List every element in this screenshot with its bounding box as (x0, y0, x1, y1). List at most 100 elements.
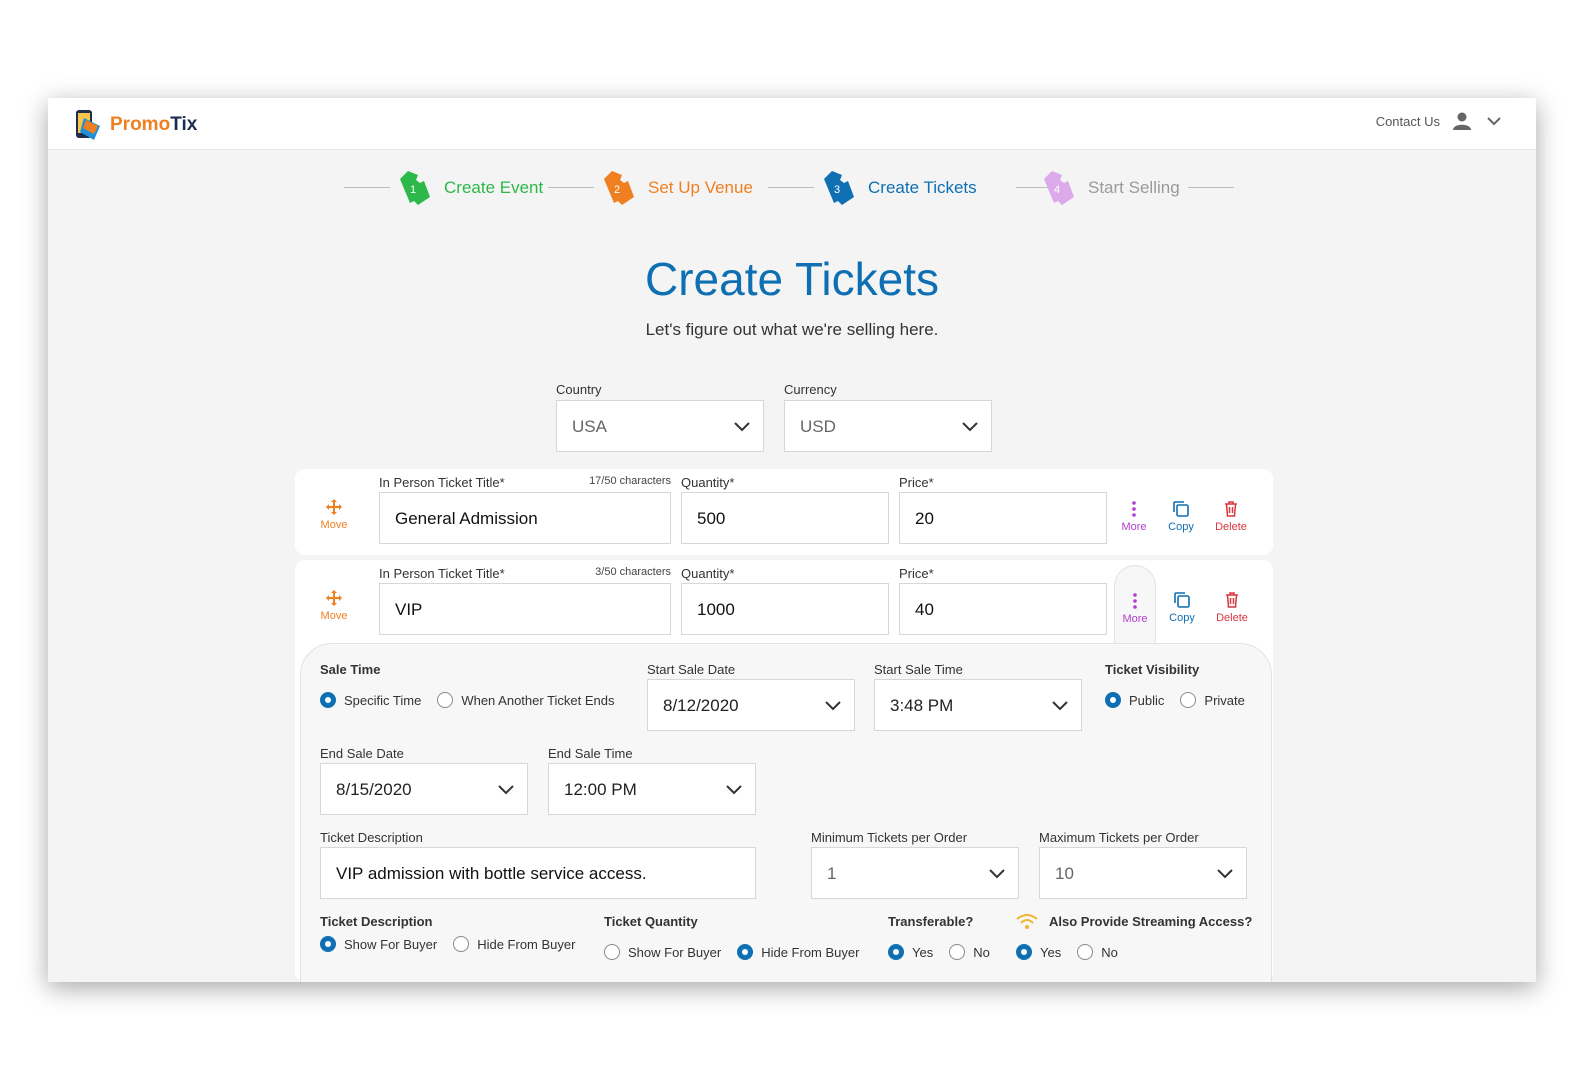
move-handle[interactable]: Move (314, 498, 354, 531)
copy-button[interactable]: Copy (1160, 591, 1204, 624)
sale-time-option-specific[interactable]: Specific Time (320, 692, 421, 708)
app-window: PromoTix Contact Us 1 Create Event 2 Set… (48, 98, 1536, 982)
ticket-description-input[interactable]: VIP admission with bottle service access… (320, 847, 756, 899)
move-label: Move (320, 610, 348, 622)
currency-select[interactable]: USD (784, 400, 992, 452)
step-label: Set Up Venue (648, 178, 753, 197)
user-icon[interactable] (1452, 111, 1472, 131)
move-label: Move (320, 519, 348, 531)
ticket-phone-logo-icon (76, 110, 100, 140)
radio-unselected[interactable] (1180, 692, 1197, 708)
radio-selected[interactable] (320, 936, 336, 952)
end-sale-time-label: End Sale Time (548, 746, 633, 761)
delete-label: Delete (1215, 521, 1247, 533)
step-number: 2 (614, 184, 620, 196)
transferable-option-yes[interactable]: Yes (888, 944, 933, 960)
option-label: Hide From Buyer (477, 936, 576, 952)
radio-selected[interactable] (1105, 692, 1121, 708)
option-label: Public (1129, 692, 1165, 708)
price-value: 20 (915, 509, 934, 528)
chevron-down-icon (734, 422, 750, 432)
ticket-step-3-icon: 3 (824, 171, 854, 205)
chevron-down-icon (962, 422, 978, 432)
streaming-option-yes[interactable]: Yes (1016, 944, 1061, 960)
radio-selected[interactable] (320, 692, 336, 708)
price-input[interactable]: 40 (899, 583, 1107, 635)
chevron-down-icon (825, 701, 841, 711)
promotix-logo[interactable]: PromoTix (72, 108, 197, 142)
delete-button[interactable]: Delete (1209, 500, 1253, 533)
progress-stepper: 1 Create Event 2 Set Up Venue 3 Create T… (48, 168, 1536, 208)
step-connector (548, 187, 594, 188)
move-arrows-icon (326, 590, 342, 606)
quantity-value: 1000 (697, 600, 735, 619)
price-input[interactable]: 20 (899, 492, 1107, 544)
desc-option-show[interactable]: Show For Buyer (320, 936, 437, 952)
step-label: Create Tickets (868, 178, 977, 197)
quantity-input[interactable]: 500 (681, 492, 889, 544)
delete-button[interactable]: Delete (1210, 591, 1254, 624)
start-sale-date-select[interactable]: 8/12/2020 (647, 679, 855, 731)
desc-option-hide[interactable]: Hide From Buyer (453, 936, 575, 952)
step-start-selling[interactable]: 4 Start Selling (1038, 168, 1180, 208)
radio-unselected[interactable] (437, 692, 454, 708)
currency-label: Currency (784, 382, 837, 397)
radio-unselected[interactable] (949, 944, 966, 960)
wifi-streaming-icon (1016, 914, 1038, 929)
visibility-option-public[interactable]: Public (1105, 692, 1164, 708)
ticket-title-value: VIP (395, 600, 423, 619)
country-value: USA (572, 417, 607, 436)
move-handle[interactable]: Move (314, 589, 354, 622)
end-sale-time-select[interactable]: 12:00 PM (548, 763, 756, 815)
quantity-visibility-radio-group: Show For Buyer Hide From Buyer (604, 944, 875, 960)
character-counter: 3/50 characters (595, 566, 671, 578)
more-vertical-icon (1133, 593, 1137, 609)
chevron-down-icon (989, 869, 1005, 879)
price-label: Price* (899, 566, 934, 581)
quantity-label: Quantity* (681, 475, 735, 490)
step-set-up-venue[interactable]: 2 Set Up Venue (598, 168, 753, 208)
radio-unselected[interactable] (1077, 944, 1094, 960)
radio-selected[interactable] (888, 944, 904, 960)
page-subtitle: Let's figure out what we're selling here… (645, 320, 939, 339)
radio-selected[interactable] (737, 944, 754, 960)
start-sale-date-label: Start Sale Date (647, 662, 736, 677)
copy-button[interactable]: Copy (1159, 500, 1203, 533)
qty-option-show[interactable]: Show For Buyer (604, 944, 721, 960)
qty-option-hide[interactable]: Hide From Buyer (737, 944, 859, 960)
chevron-down-icon (1052, 701, 1068, 711)
more-label: More (1121, 521, 1147, 533)
min-tickets-select[interactable]: 1 (811, 847, 1019, 899)
ticket-title-input[interactable]: General Admission (379, 492, 671, 544)
more-button[interactable]: More (1112, 500, 1156, 533)
sale-time-option-after-ticket[interactable]: When Another Ticket Ends (437, 692, 615, 708)
ticket-visibility-label: Ticket Visibility (1105, 662, 1200, 677)
start-sale-time-select[interactable]: 3:48 PM (874, 679, 1082, 731)
character-counter: 17/50 characters (589, 475, 671, 487)
copy-label: Copy (1168, 521, 1194, 533)
price-label: Price* (899, 475, 934, 490)
max-tickets-select[interactable]: 10 (1039, 847, 1247, 899)
account-chevron-down-icon[interactable] (1486, 113, 1502, 129)
step-number: 3 (834, 184, 840, 196)
transferable-option-no[interactable]: No (949, 944, 990, 960)
end-sale-time-value: 12:00 PM (564, 780, 637, 799)
visibility-option-private[interactable]: Private (1180, 692, 1245, 708)
option-label: Private (1204, 692, 1245, 708)
ticket-title-input[interactable]: VIP (379, 583, 671, 635)
radio-selected[interactable] (1016, 944, 1032, 960)
ticket-description-value: VIP admission with bottle service access… (336, 864, 647, 883)
streaming-option-no[interactable]: No (1077, 944, 1118, 960)
more-vertical-icon (1132, 501, 1136, 517)
quantity-input[interactable]: 1000 (681, 583, 889, 635)
country-select[interactable]: USA (556, 400, 764, 452)
step-create-tickets[interactable]: 3 Create Tickets (818, 168, 977, 208)
step-create-event[interactable]: 1 Create Event (394, 168, 543, 208)
contact-us-link[interactable]: Contact Us (1376, 114, 1440, 129)
radio-unselected[interactable] (453, 936, 470, 952)
more-button[interactable]: More (1113, 592, 1157, 625)
radio-unselected[interactable] (604, 944, 620, 960)
more-label: More (1122, 613, 1148, 625)
transferable-label: Transferable? (888, 914, 974, 929)
end-sale-date-select[interactable]: 8/15/2020 (320, 763, 528, 815)
